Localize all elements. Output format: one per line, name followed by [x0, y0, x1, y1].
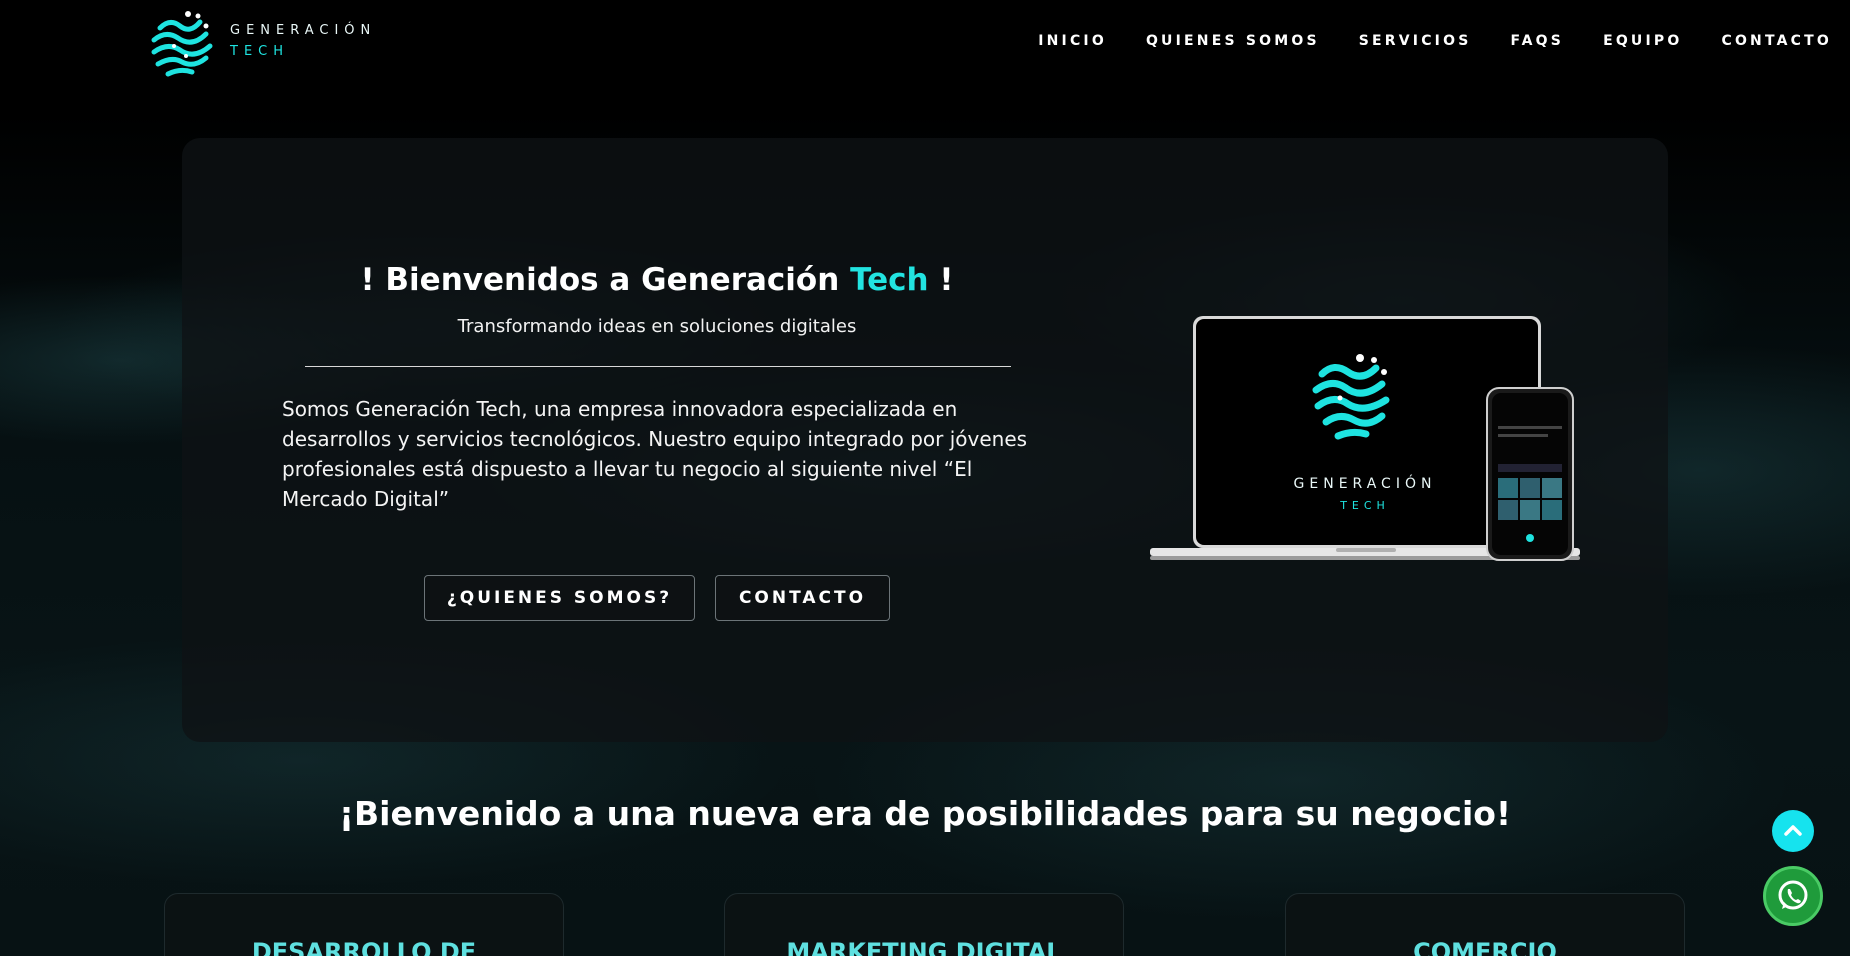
device-logo-line1: GENERACIÓN — [1294, 474, 1437, 492]
nav-contacto[interactable]: CONTACTO — [1721, 33, 1832, 49]
chevron-up-icon — [1784, 825, 1802, 836]
section-title: ¡Bienvenido a una nueva era de posibilid… — [338, 794, 1512, 833]
hero-subtitle: Transformando ideas en soluciones digita… — [457, 316, 857, 337]
brand-name-line2: TECH — [230, 44, 290, 59]
quienes-somos-button[interactable]: ¿QUIENES SOMOS? — [424, 575, 695, 621]
nav-quienes-somos[interactable]: QUIENES SOMOS — [1146, 33, 1320, 49]
fingerprint-logo-icon — [151, 11, 213, 77]
contacto-button[interactable]: CONTACTO — [715, 575, 890, 621]
service-card-marketing[interactable]: MARKETING DIGITAL — [724, 893, 1124, 956]
brand-logo[interactable]: GENERACIÓN TECH — [146, 6, 376, 82]
service-card-comercio[interactable]: COMERCIO — [1285, 893, 1685, 956]
nav-inicio[interactable]: INICIO — [1038, 33, 1107, 49]
nav-equipo[interactable]: EQUIPO — [1603, 33, 1682, 49]
service-card-title: MARKETING DIGITAL — [786, 938, 1062, 956]
nav-faqs[interactable]: FAQS — [1510, 33, 1564, 49]
hero-divider — [305, 366, 1011, 367]
service-card-desarrollo[interactable]: DESARROLLO DE — [164, 893, 564, 956]
brand-name-line1: GENERACIÓN — [230, 23, 377, 38]
service-card-title: COMERCIO — [1413, 938, 1557, 956]
hero-description: Somos Generación Tech, una empresa innov… — [282, 397, 1028, 511]
main-nav: INICIO QUIENES SOMOS SERVICIOS FAQS EQUI… — [999, 33, 1832, 49]
site-header: GENERACIÓN TECH INICIO QUIENES SOMOS SER… — [0, 0, 1850, 86]
hero-title-prefix: ! Bienvenidos a Generación — [360, 262, 840, 298]
service-card-title: DESARROLLO DE — [251, 938, 477, 956]
nav-servicios[interactable]: SERVICIOS — [1359, 33, 1472, 49]
devices-mockup-image: GENERACIÓN TECH — [1150, 316, 1580, 561]
hero-card: ! Bienvenidos a Generación Tech ! Transf… — [182, 138, 1668, 742]
device-logo-line2: TECH — [1339, 499, 1390, 512]
scroll-top-button[interactable] — [1772, 810, 1814, 852]
whatsapp-button[interactable] — [1763, 866, 1823, 926]
hero-title-accent: Tech — [850, 262, 929, 298]
hero-title: ! Bienvenidos a Generación Tech ! — [182, 262, 1132, 298]
whatsapp-icon — [1778, 880, 1808, 910]
hero-title-suffix: ! — [939, 262, 954, 298]
